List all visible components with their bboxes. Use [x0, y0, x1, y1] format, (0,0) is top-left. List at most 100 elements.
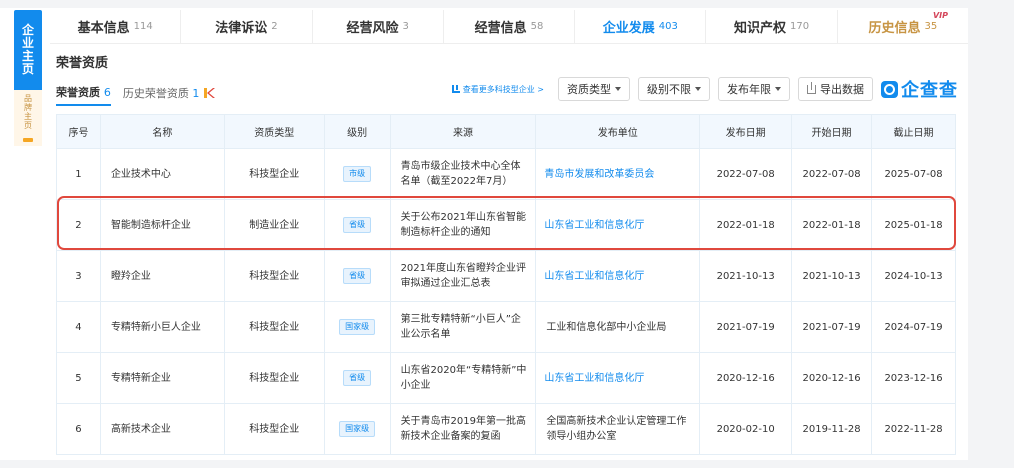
- tab-label: 法律诉讼: [215, 21, 268, 36]
- cell-level: 省级: [323, 199, 391, 251]
- caret-down-icon: [615, 87, 621, 91]
- cell-end-date: 2022-11-28: [871, 403, 956, 455]
- side-tab-company-home-label: 企业主页: [21, 23, 34, 76]
- honors-table: 序号 名称 资质类型 级别 来源 发布单位 发布日期 开始日期 截止日期 1 企…: [56, 114, 956, 455]
- table-header-row: 序号 名称 资质类型 级别 来源 发布单位 发布日期 开始日期 截止日期: [56, 114, 956, 149]
- cell-type: 制造业企业: [223, 199, 325, 251]
- cell-source: 第三批专精特新“小巨人”企业公示名单: [389, 301, 537, 353]
- col-header-name: 名称: [99, 114, 225, 149]
- level-tag: 市级: [343, 166, 372, 182]
- tab-risk[interactable]: 经营风险 3: [313, 10, 444, 43]
- caret-down-icon: [775, 87, 781, 91]
- subtab-count: 1: [192, 87, 200, 100]
- tab-legal[interactable]: 法律诉讼 2: [181, 10, 313, 43]
- level-tag: 国家级: [339, 421, 376, 437]
- tab-history[interactable]: 历史信息 35 VIP: [838, 10, 968, 43]
- cell-start-date: 2022-07-08: [791, 148, 873, 200]
- cell-no: 2: [56, 199, 101, 251]
- qcc-logo-icon: [881, 80, 898, 98]
- dropdown-label: 发布年限: [727, 83, 771, 96]
- cell-name: 瞪羚企业: [99, 250, 225, 302]
- cell-publisher: 全国高新技术企业认定管理工作领导小组办公室: [535, 403, 701, 455]
- table-row: 2 智能制造标杆企业 制造业企业 省级 关于公布2021年山东省智能制造标杆企业…: [56, 199, 956, 251]
- col-header-source: 来源: [389, 114, 537, 149]
- tab-ip[interactable]: 知识产权 170: [706, 10, 838, 43]
- cell-source: 关于青岛市2019年第一批高新技术企业备案的复函: [389, 403, 537, 455]
- cell-level: 市级: [323, 148, 391, 200]
- cell-end-date: 2024-10-13: [871, 250, 956, 302]
- cell-publisher-link[interactable]: 山东省工业和信息化厅: [535, 199, 701, 251]
- table-row: 1 企业技术中心 科技型企业 市级 青岛市级企业技术中心全体名单（截至2022年…: [56, 148, 956, 200]
- col-header-start-date: 开始日期: [791, 114, 873, 149]
- bottom-gap: [0, 460, 1014, 468]
- more-tech-companies-link[interactable]: 查看更多科技型企业 >: [451, 84, 544, 95]
- subtab-label: 荣誉资质: [56, 86, 100, 99]
- vip-badge: VIP: [932, 11, 948, 20]
- subtab-row: 荣誉资质 6 历史荣誉资质 1: [56, 84, 216, 106]
- cell-publisher-link[interactable]: 山东省工业和信息化厅: [535, 352, 701, 404]
- cell-publisher-link[interactable]: 山东省工业和信息化厅: [535, 250, 701, 302]
- cell-no: 3: [56, 250, 101, 302]
- subtab-history-honors[interactable]: 历史荣誉资质 1: [123, 85, 200, 105]
- tab-label: 基本信息: [77, 21, 130, 36]
- cell-publisher: 工业和信息化部中小企业局: [535, 301, 701, 353]
- cell-name: 专精特新小巨人企业: [99, 301, 225, 353]
- cell-level: 国家级: [323, 301, 391, 353]
- cell-level: 省级: [323, 250, 391, 302]
- cell-no: 4: [56, 301, 101, 353]
- right-gap: [968, 0, 1014, 468]
- subtab-count: 6: [103, 86, 111, 99]
- cell-start-date: 2021-10-13: [791, 250, 873, 302]
- side-tab-brand-home-label: 品牌主页: [24, 94, 32, 130]
- level-tag: 国家级: [339, 319, 376, 335]
- cell-publish-date: 2020-02-10: [699, 403, 793, 455]
- tab-basic-info[interactable]: 基本信息 114: [50, 10, 182, 43]
- subtab-honors[interactable]: 荣誉资质 6: [56, 84, 111, 106]
- col-header-no: 序号: [56, 114, 101, 149]
- cell-type: 科技型企业: [223, 148, 325, 200]
- brand-dot-icon: [23, 138, 33, 142]
- table-row: 3 瞪羚企业 科技型企业 省级 2021年度山东省瞪羚企业评审拟通过企业汇总表 …: [56, 250, 956, 302]
- cell-start-date: 2019-11-28: [791, 403, 873, 455]
- cell-publish-date: 2020-12-16: [699, 352, 793, 404]
- vip-k-icon: [204, 88, 216, 98]
- cell-no: 6: [56, 403, 101, 455]
- tab-operations[interactable]: 经营信息 58: [444, 10, 576, 43]
- col-header-type: 资质类型: [223, 114, 325, 149]
- level-tag: 省级: [343, 268, 372, 284]
- cell-name: 专精特新企业: [99, 352, 225, 404]
- tab-label: 知识产权: [733, 21, 786, 36]
- export-button[interactable]: 导出数据: [798, 77, 873, 101]
- cell-no: 5: [56, 352, 101, 404]
- cell-type: 科技型企业: [223, 301, 325, 353]
- qcc-logo: 企查查: [881, 76, 958, 102]
- tab-development[interactable]: 企业发展 403: [575, 10, 707, 43]
- section-title: 荣誉资质: [56, 56, 109, 71]
- cell-start-date: 2022-01-18: [791, 199, 873, 251]
- main-tab-bar: 基本信息 114 法律诉讼 2 经营风险 3 经营信息 58 企业发展 403 …: [50, 10, 968, 44]
- cell-publisher-link[interactable]: 青岛市发展和改革委员会: [535, 148, 701, 200]
- cell-no: 1: [56, 148, 101, 200]
- cell-end-date: 2024-07-19: [871, 301, 956, 353]
- tab-label: 企业发展: [602, 21, 655, 36]
- tab-count: 58: [530, 21, 544, 32]
- table-toolbar: 查看更多科技型企业 > 资质类型 级别不限 发布年限 导出数据 企查查: [451, 76, 958, 102]
- publish-year-dropdown[interactable]: 发布年限: [718, 77, 790, 101]
- side-tab-company-home[interactable]: 企业主页: [14, 10, 42, 90]
- col-header-publish-date: 发布日期: [699, 114, 793, 149]
- cell-type: 科技型企业: [223, 250, 325, 302]
- level-tag: 省级: [343, 370, 372, 386]
- level-dropdown[interactable]: 级别不限: [638, 77, 710, 101]
- side-brand-tabs: 企业主页 品牌主页: [14, 10, 42, 146]
- cell-publish-date: 2021-10-13: [699, 250, 793, 302]
- cell-start-date: 2021-07-19: [791, 301, 873, 353]
- bar-chart-icon: [451, 85, 460, 93]
- tab-count: 35: [924, 21, 938, 32]
- cell-type: 科技型企业: [223, 403, 325, 455]
- cell-publish-date: 2022-07-08: [699, 148, 793, 200]
- cell-publish-date: 2021-07-19: [699, 301, 793, 353]
- table-row: 4 专精特新小巨人企业 科技型企业 国家级 第三批专精特新“小巨人”企业公示名单…: [56, 301, 956, 353]
- qualification-type-dropdown[interactable]: 资质类型: [558, 77, 630, 101]
- side-tab-brand-home[interactable]: 品牌主页: [14, 90, 42, 146]
- tab-count: 3: [402, 21, 409, 32]
